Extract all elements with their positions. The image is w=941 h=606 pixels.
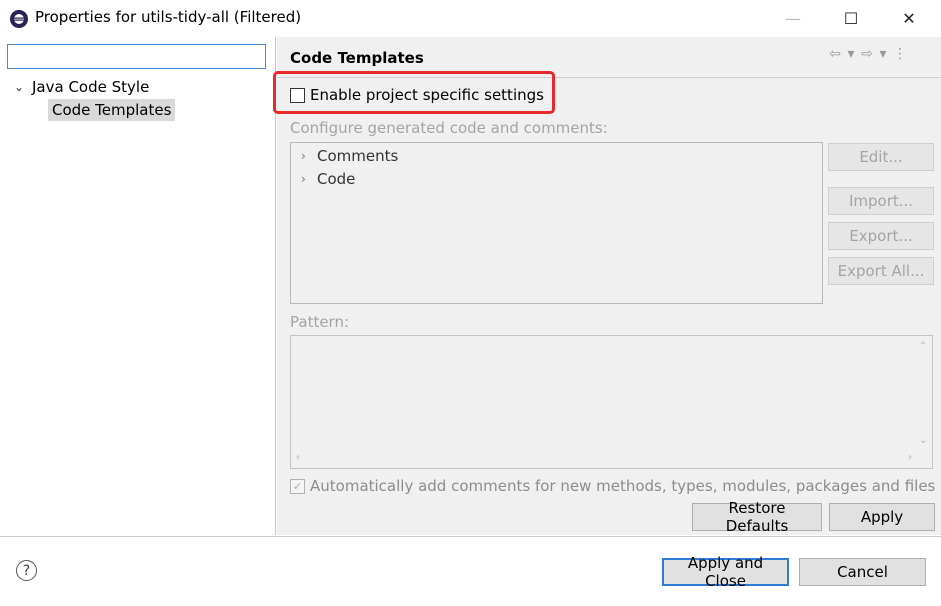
import-button[interactable]: Import... xyxy=(828,187,934,215)
preference-tree-pane: ⌄ Java Code Style Code Templates xyxy=(0,37,276,535)
scroll-up-icon[interactable]: ⌃ xyxy=(919,341,927,352)
horizontal-scrollbar[interactable]: ‹ › xyxy=(291,448,917,468)
minimize-icon: — xyxy=(785,9,801,28)
tree-item-label: Code Templates xyxy=(52,101,172,119)
chevron-right-icon[interactable]: › xyxy=(301,172,315,186)
view-menu-icon[interactable]: ⋮ xyxy=(893,46,907,62)
tree-item-code-templates[interactable]: Code Templates xyxy=(48,99,176,121)
configure-label: Configure generated code and comments: xyxy=(290,119,608,137)
checkbox-box[interactable] xyxy=(290,87,305,103)
edit-button[interactable]: Edit... xyxy=(828,143,934,171)
maximize-icon: ☐ xyxy=(843,9,859,28)
cancel-button[interactable]: Cancel xyxy=(799,558,926,586)
property-page: Code Templates ⇦ ▾ ⇨ ▾ ⋮ Enable project … xyxy=(273,37,941,535)
template-item-label: Comments xyxy=(317,147,399,165)
close-button[interactable]: ✕ xyxy=(886,0,932,37)
title-bar: Properties for utils-tidy-all (Filtered)… xyxy=(0,0,941,37)
tree-item-java-code-style[interactable]: ⌄ Java Code Style xyxy=(14,77,149,97)
scroll-left-icon[interactable]: ‹ xyxy=(296,452,300,463)
template-item-comments[interactable]: › Comments xyxy=(301,146,398,166)
scroll-down-icon[interactable]: ⌄ xyxy=(919,435,927,446)
minimize-button[interactable]: — xyxy=(770,0,816,37)
checked-checkbox-icon[interactable]: ✓ xyxy=(290,478,305,494)
pattern-label: Pattern: xyxy=(290,313,350,331)
maximize-button[interactable]: ☐ xyxy=(828,0,874,37)
template-tree[interactable]: › Comments › Code xyxy=(290,142,823,304)
export-button[interactable]: Export... xyxy=(828,222,934,250)
apply-button[interactable]: Apply xyxy=(829,503,935,531)
restore-defaults-button[interactable]: Restore Defaults xyxy=(692,499,822,535)
scroll-right-icon[interactable]: › xyxy=(908,452,912,463)
chevron-down-icon[interactable]: ⌄ xyxy=(14,80,28,94)
close-icon: ✕ xyxy=(902,9,916,28)
forward-arrow-icon[interactable]: ⇨ xyxy=(861,46,873,62)
chevron-right-icon[interactable]: › xyxy=(301,149,315,163)
export-all-button[interactable]: Export All... xyxy=(828,257,934,285)
apply-and-close-button[interactable]: Apply and Close xyxy=(662,554,789,590)
dialog-footer: ? Apply and Close Cancel xyxy=(0,536,941,606)
tree-item-label: Java Code Style xyxy=(32,78,150,96)
window-title: Properties for utils-tidy-all (Filtered) xyxy=(35,8,302,26)
page-title: Code Templates xyxy=(290,49,424,67)
template-item-code[interactable]: › Code xyxy=(301,169,355,189)
page-navigation: ⇦ ▾ ⇨ ▾ ⋮ xyxy=(829,46,907,62)
filter-input[interactable] xyxy=(7,44,266,69)
template-item-label: Code xyxy=(317,170,356,188)
pattern-text-area[interactable]: ⌃ ⌄ ‹ › xyxy=(290,335,933,469)
help-icon[interactable]: ? xyxy=(16,560,37,581)
back-arrow-icon[interactable]: ⇦ xyxy=(829,46,841,62)
forward-menu-chevron-icon[interactable]: ▾ xyxy=(877,46,889,62)
vertical-scrollbar[interactable]: ⌃ ⌄ xyxy=(915,336,932,448)
auto-comments-checkbox[interactable]: ✓ Automatically add comments for new met… xyxy=(290,477,935,495)
checkbox-label: Enable project specific settings xyxy=(310,86,544,104)
enable-project-settings-checkbox[interactable]: Enable project specific settings xyxy=(290,86,544,104)
back-menu-chevron-icon[interactable]: ▾ xyxy=(845,46,857,62)
eclipse-app-icon xyxy=(10,10,28,28)
checkbox-label: Automatically add comments for new metho… xyxy=(310,477,936,495)
